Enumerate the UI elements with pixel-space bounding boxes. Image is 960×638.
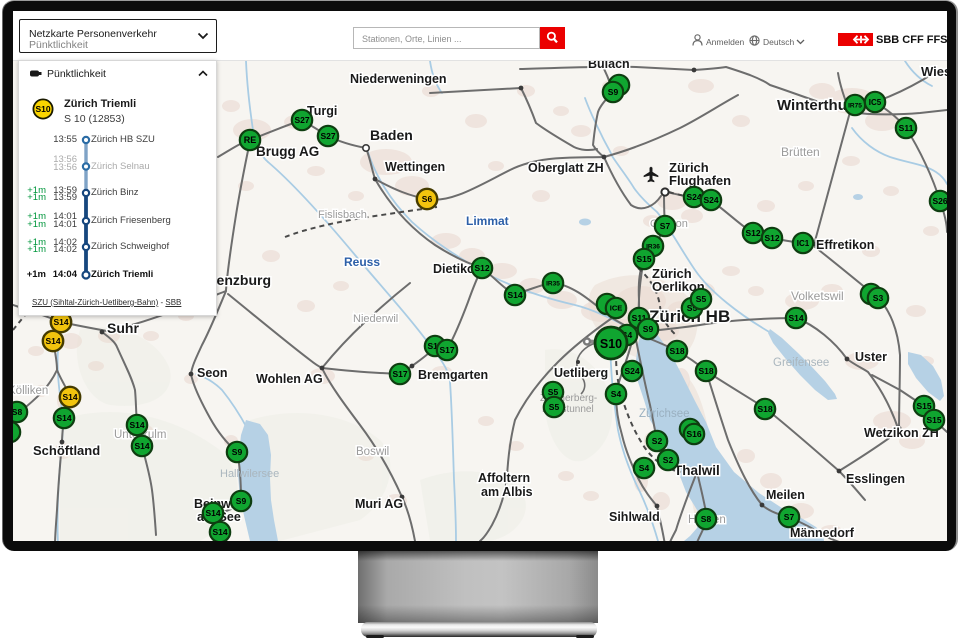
svg-text:S14: S14: [134, 441, 149, 451]
svg-text:S4: S4: [611, 389, 622, 399]
svg-text:S11: S11: [899, 123, 914, 133]
svg-text:S24: S24: [703, 195, 718, 205]
svg-text:Baden: Baden: [370, 127, 413, 143]
svg-text:Brugg AG: Brugg AG: [256, 144, 319, 159]
svg-text:Thalwil: Thalwil: [674, 463, 720, 478]
svg-text:S2: S2: [652, 436, 663, 446]
svg-text:S14: S14: [788, 313, 803, 323]
svg-text:S9: S9: [643, 324, 654, 334]
svg-text:S7: S7: [660, 221, 671, 231]
svg-text:S18: S18: [669, 346, 684, 356]
svg-text:Seon: Seon: [197, 366, 228, 380]
svg-text:S15: S15: [916, 401, 931, 411]
svg-text:S14: S14: [45, 336, 60, 346]
svg-text:Bülach: Bülach: [588, 61, 630, 71]
svg-text:S14: S14: [205, 508, 220, 518]
svg-text:S26: S26: [932, 196, 947, 206]
svg-text:Niederweningen: Niederweningen: [350, 72, 447, 86]
svg-text:RE: RE: [244, 135, 257, 145]
svg-text:Hallwilersee: Hallwilersee: [220, 468, 279, 480]
svg-text:S4: S4: [639, 463, 650, 473]
svg-text:S27: S27: [294, 115, 309, 125]
svg-text:Reuss: Reuss: [344, 255, 380, 269]
svg-text:Brütten: Brütten: [781, 145, 820, 159]
svg-text:S14: S14: [212, 527, 227, 537]
svg-text:Boswil: Boswil: [356, 446, 389, 458]
svg-text:Schöftland: Schöftland: [33, 443, 100, 458]
svg-text:Kölliken: Kölliken: [13, 385, 48, 397]
svg-text:S12: S12: [745, 228, 760, 238]
svg-text:Männedorf: Männedorf: [790, 526, 855, 540]
svg-text:S14: S14: [129, 420, 144, 430]
svg-text:Wettingen: Wettingen: [385, 160, 445, 174]
svg-text:S14: S14: [53, 317, 68, 327]
svg-text:Sihlwald: Sihlwald: [609, 510, 660, 524]
svg-text:S27: S27: [320, 131, 335, 141]
svg-text:Fislisbach: Fislisbach: [318, 209, 367, 221]
svg-text:Oberglatt ZH: Oberglatt ZH: [528, 161, 604, 175]
svg-text:S7: S7: [784, 512, 795, 522]
svg-text:IR35: IR35: [546, 280, 560, 287]
svg-text:Bremgarten: Bremgarten: [418, 368, 488, 382]
svg-text:Esslingen: Esslingen: [846, 472, 905, 486]
svg-text:S15: S15: [636, 254, 651, 264]
svg-text:S15: S15: [926, 415, 941, 425]
svg-text:Winterthur: Winterthur: [777, 97, 853, 114]
svg-text:Wies: Wies: [921, 64, 947, 79]
svg-text:S9: S9: [608, 87, 619, 97]
svg-text:S24: S24: [624, 366, 639, 376]
svg-text:S10: S10: [600, 337, 622, 351]
svg-text:Volketswil: Volketswil: [791, 289, 844, 303]
svg-text:S5: S5: [548, 387, 559, 397]
svg-text:S18: S18: [757, 404, 772, 414]
svg-text:S12: S12: [764, 233, 779, 243]
svg-text:S17: S17: [439, 345, 454, 355]
svg-text:Wohlen AG: Wohlen AG: [256, 372, 323, 386]
svg-text:IC5: IC5: [869, 98, 882, 107]
svg-text:S16: S16: [686, 429, 701, 439]
svg-text:S8: S8: [13, 407, 22, 417]
svg-text:S14: S14: [56, 413, 71, 423]
svg-text:Muri AG: Muri AG: [355, 497, 403, 511]
svg-text:Uster: Uster: [855, 350, 887, 364]
svg-text:Meilen: Meilen: [766, 488, 805, 502]
svg-text:S17: S17: [392, 369, 407, 379]
svg-text:S24: S24: [686, 192, 701, 202]
svg-text:Affoltern: Affoltern: [478, 471, 530, 485]
svg-text:IC1: IC1: [797, 239, 810, 248]
svg-text:S9: S9: [236, 496, 247, 506]
svg-text:Flughafen: Flughafen: [669, 173, 731, 188]
svg-text:Uetliberg: Uetliberg: [554, 366, 608, 380]
svg-text:ICE: ICE: [610, 304, 623, 313]
svg-text:S6: S6: [422, 194, 433, 204]
svg-text:IR75: IR75: [848, 102, 862, 109]
svg-text:Limmat: Limmat: [466, 214, 509, 228]
svg-text:S18: S18: [698, 366, 713, 376]
svg-text:Niederwil: Niederwil: [353, 313, 398, 325]
svg-text:S14: S14: [507, 290, 522, 300]
svg-text:S12: S12: [474, 263, 489, 273]
svg-text:S2: S2: [663, 455, 674, 465]
svg-text:S5: S5: [549, 402, 560, 412]
svg-text:Suhr: Suhr: [107, 320, 139, 336]
svg-text:Effretikon: Effretikon: [816, 238, 874, 252]
svg-text:S8: S8: [701, 514, 712, 524]
svg-text:S5: S5: [696, 294, 707, 304]
svg-text:S14: S14: [62, 392, 77, 402]
svg-text:Zürichsee: Zürichsee: [639, 408, 690, 420]
svg-text:Greifensee: Greifensee: [773, 357, 829, 369]
svg-text:S9: S9: [232, 447, 243, 457]
svg-text:am Albis: am Albis: [481, 485, 533, 499]
svg-text:S3: S3: [873, 293, 884, 303]
